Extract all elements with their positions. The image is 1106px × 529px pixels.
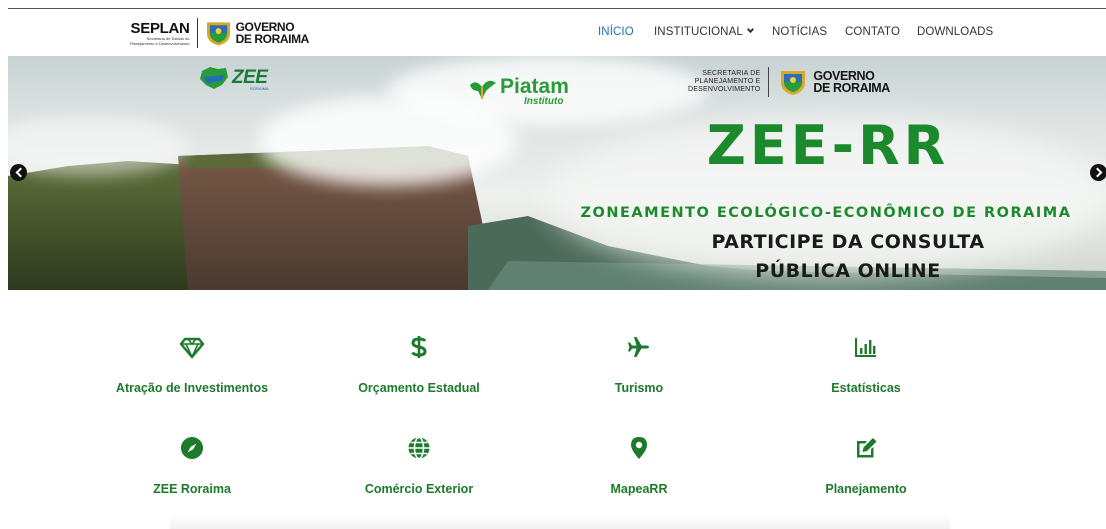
- map-marker-icon: [631, 437, 647, 459]
- banner-headline: ZEE-RR: [706, 114, 950, 177]
- main-nav: INÍCIO INSTITUCIONAL NOTÍCIAS CONTATO DO…: [0, 9, 1106, 56]
- banner-subheadline: ZONEAMENTO ECOLÓGICO-ECONÔMICO DE RORAIM…: [580, 205, 1072, 221]
- sec-line-3: DESENVOLVIMENTO: [688, 86, 761, 93]
- service-label: Planejamento: [825, 482, 907, 496]
- compass-icon: [181, 437, 203, 459]
- plane-icon: [628, 337, 649, 357]
- dollar-icon: [411, 336, 427, 358]
- piatam-name: Piatam: [500, 75, 569, 98]
- piatam-sub: Instituto: [524, 96, 564, 107]
- nav-item-inicio[interactable]: INÍCIO: [598, 26, 634, 38]
- banner-cta-line-1: PARTICIPE DA CONSULTA: [711, 231, 985, 253]
- nav-item-contato[interactable]: CONTATO: [845, 26, 900, 38]
- service-label: Estatísticas: [831, 381, 901, 395]
- piatam-leaf-icon: [470, 80, 496, 99]
- service-label: ZEE Roraima: [153, 482, 231, 496]
- section-divider: [170, 516, 950, 529]
- service-label: MapeaRR: [610, 482, 668, 496]
- nav-item-institucional[interactable]: INSTITUCIONAL: [654, 25, 754, 38]
- zee-logo-sub: RORAIMA: [250, 86, 269, 91]
- carousel-next-button[interactable]: [1090, 164, 1106, 181]
- secretaria-logo: SECRETARIA DE PLANEJAMENTO E DESENVOLVIM…: [688, 67, 890, 97]
- hero-banner[interactable]: ZEE RORAIMA Piatam Instituto SECRETARIA …: [8, 56, 1106, 290]
- logo-divider: [768, 67, 770, 97]
- nav-item-downloads[interactable]: DOWNLOADS: [917, 26, 993, 38]
- chevron-down-icon: [746, 25, 754, 34]
- edit-icon: [857, 438, 877, 458]
- sec-line-2: PLANEJAMENTO E: [694, 78, 761, 85]
- diamond-icon: [180, 337, 204, 359]
- globe-icon: [408, 436, 430, 460]
- service-label: Turismo: [614, 381, 664, 395]
- site-header: SEPLAN Secretaria de Estado do Planejame…: [0, 9, 1106, 56]
- nav-item-noticias[interactable]: NOTÍCIAS: [772, 26, 827, 38]
- zee-map-icon: [200, 67, 228, 89]
- roraima-crest-icon: [781, 71, 806, 95]
- service-label: Comércio Exterior: [364, 482, 474, 496]
- sec-line-1: SECRETARIA DE: [702, 70, 761, 77]
- carousel-prev-button[interactable]: [10, 164, 27, 181]
- service-label: Atração de Investimentos: [115, 381, 269, 395]
- nav-item-institucional-label: INSTITUCIONAL: [654, 26, 743, 38]
- piatam-logo: Piatam Instituto: [468, 75, 569, 107]
- gov-logo-text: GOVERNO DE RORAIMA: [813, 70, 890, 95]
- service-label: Orçamento Estadual: [358, 381, 480, 395]
- gov-line-2: DE RORAIMA: [813, 81, 890, 95]
- banner-cta-line-2: PÚBLICA ONLINE: [755, 260, 941, 282]
- bar-chart-icon: [855, 338, 876, 357]
